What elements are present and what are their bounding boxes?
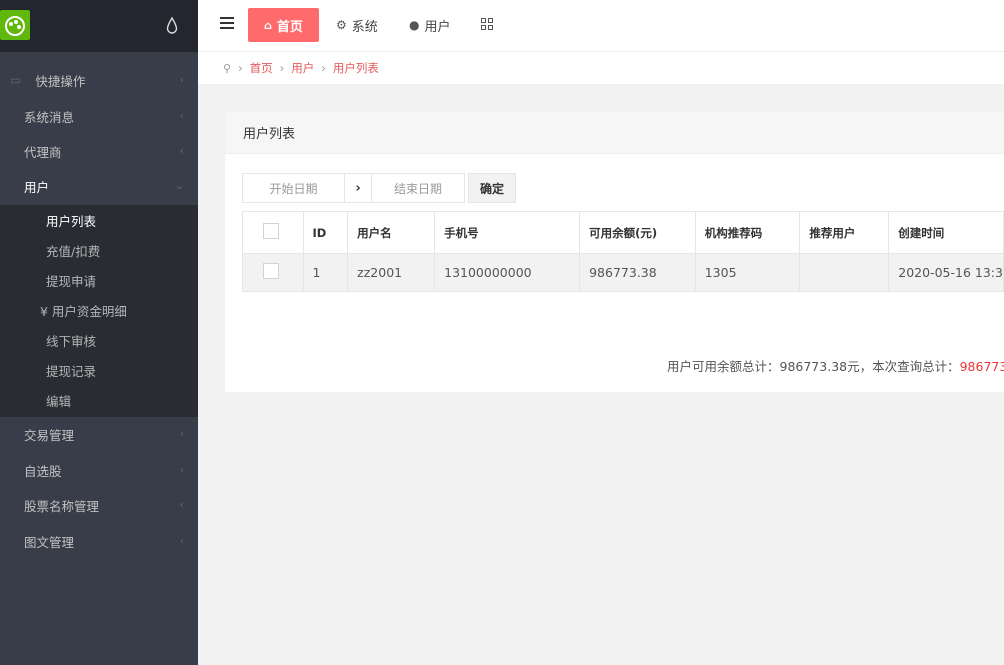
- table-cell: [799, 253, 890, 292]
- row-checkbox[interactable]: [263, 263, 279, 279]
- column-header[interactable]: 机构推荐码: [694, 211, 801, 254]
- user-list-panel: 用户列表 开始日期 › 结束日期 确定 ID 用户名 手机号 可用余额(元) 机…: [225, 112, 1004, 392]
- sidebar-item-system-messages[interactable]: 系统消息 ‹: [0, 99, 198, 133]
- apps-grid-icon[interactable]: [481, 18, 493, 30]
- folder-icon: ▭: [10, 73, 22, 87]
- chevron-left-icon: ‹: [179, 73, 184, 86]
- sidebar-item-label: 快捷操作: [35, 73, 86, 89]
- sidebar-item-content-management[interactable]: 图文管理 ‹: [0, 524, 198, 558]
- user-tab-label: 用户: [424, 19, 451, 35]
- sidebar-item-label: 系统消息: [24, 109, 75, 125]
- breadcrumb-home[interactable]: 首页: [250, 60, 273, 76]
- chevron-right-icon: ›: [344, 173, 372, 203]
- breadcrumb: ⚲ › 首页 › 用户 › 用户列表: [198, 52, 1004, 84]
- sidebar-item-users[interactable]: 用户 ⌄: [0, 169, 198, 203]
- column-header[interactable]: 可用余额(元): [579, 211, 696, 254]
- column-header[interactable]: 推荐用户: [799, 211, 890, 254]
- start-date-input[interactable]: 开始日期: [242, 173, 345, 203]
- sidebar-subitem-recharge[interactable]: 充值/扣费: [0, 235, 198, 265]
- breadcrumb-separator: ›: [238, 61, 243, 75]
- theme-drop-icon[interactable]: [166, 16, 178, 34]
- logo-bar: [0, 0, 198, 52]
- home-tab-label: 首页: [276, 19, 303, 35]
- table-cell: 2020-05-16 13:3: [888, 253, 1004, 292]
- sidebar-subitem-withdraw-request[interactable]: 提现申请: [0, 265, 198, 295]
- table-cell: 1: [302, 253, 349, 292]
- select-all-cell: [242, 211, 304, 254]
- table-cell: 986773.38: [579, 253, 696, 292]
- breadcrumb-user-list[interactable]: 用户列表: [333, 60, 379, 76]
- sidebar-item-label: 图文管理: [24, 534, 75, 550]
- breadcrumb-users[interactable]: 用户: [291, 60, 314, 76]
- user-tab-button[interactable]: ● 用户: [409, 8, 451, 42]
- confirm-button[interactable]: 确定: [468, 173, 516, 203]
- summary-total-value: 986773.3: [959, 359, 1004, 374]
- column-header[interactable]: 用户名: [347, 211, 436, 254]
- sidebar-item-trade-management[interactable]: 交易管理 ‹: [0, 417, 198, 451]
- column-header[interactable]: ID: [302, 211, 349, 254]
- end-date-input[interactable]: 结束日期: [371, 173, 465, 203]
- sidebar-item-label: 交易管理: [24, 427, 75, 443]
- menu-icon[interactable]: [220, 17, 234, 31]
- sidebar-item-label: 用户: [24, 179, 50, 195]
- sidebar-item-quick-actions[interactable]: ▭ 快捷操作 ‹: [0, 63, 198, 97]
- sidebar-item-stock-names[interactable]: 股票名称管理 ‹: [0, 488, 198, 522]
- gear-icon: ⚙: [336, 18, 347, 32]
- select-all-checkbox[interactable]: [263, 223, 279, 239]
- sidebar-subitem-withdraw-records[interactable]: 提现记录: [0, 355, 198, 385]
- logo[interactable]: [0, 10, 30, 40]
- row-select-cell: [242, 253, 304, 292]
- column-header[interactable]: 手机号: [434, 211, 581, 254]
- system-tab-button[interactable]: ⚙ 系统: [336, 8, 378, 42]
- user-icon: ●: [409, 18, 420, 32]
- summary-text: 用户可用余额总计：986773.38元，本次查询总计：: [667, 359, 960, 374]
- chevron-left-icon: ‹: [179, 534, 184, 547]
- sidebar-item-label: 自选股: [24, 463, 62, 479]
- chevron-left-icon: ‹: [179, 427, 184, 440]
- sidebar: ▭ 快捷操作 ‹ 系统消息 ‹ 代理商 ‹ 用户 ⌄ 用户列表 充值/扣费 提现…: [0, 0, 198, 665]
- sidebar-item-label: 股票名称管理: [24, 498, 100, 514]
- chevron-left-icon: ‹: [179, 109, 184, 122]
- panel-title: 用户列表: [225, 112, 1004, 154]
- chevron-left-icon: ‹: [179, 144, 184, 157]
- table-cell: 1305: [694, 253, 801, 292]
- top-bar: ⌂ 首页 ⚙ 系统 ● 用户: [198, 0, 1004, 52]
- chevron-down-icon: ⌄: [174, 179, 184, 192]
- balance-summary: 用户可用余额总计：986773.38元，本次查询总计：986773.3: [667, 356, 1004, 375]
- sidebar-subitem-fund-details[interactable]: ¥ 用户资金明细: [0, 295, 198, 325]
- breadcrumb-separator: ›: [321, 61, 326, 75]
- sidebar-subitem-edit[interactable]: 编辑: [0, 385, 198, 415]
- sidebar-item-agents[interactable]: 代理商 ‹: [0, 134, 198, 168]
- chevron-left-icon: ‹: [179, 498, 184, 511]
- column-header[interactable]: 创建时间: [888, 211, 1004, 254]
- table-cell: 13100000000: [434, 253, 581, 292]
- sidebar-subitem-offline-review[interactable]: 线下审核: [0, 325, 198, 355]
- sidebar-subitem-user-list[interactable]: 用户列表: [0, 205, 198, 235]
- system-tab-label: 系统: [351, 19, 378, 35]
- table-row[interactable]: 1 zz2001 13100000000 986773.38 1305 2020…: [242, 253, 1004, 292]
- sidebar-item-watchlist[interactable]: 自选股 ‹: [0, 453, 198, 487]
- chevron-left-icon: ‹: [179, 463, 184, 476]
- location-icon: ⚲: [223, 61, 232, 75]
- breadcrumb-separator: ›: [279, 61, 285, 75]
- sidebar-item-label: 代理商: [24, 144, 62, 160]
- home-icon: ⌂: [264, 18, 272, 32]
- user-table: ID 用户名 手机号 可用余额(元) 机构推荐码 推荐用户 创建时间 1 zz2…: [242, 211, 1004, 292]
- table-header-row: ID 用户名 手机号 可用余额(元) 机构推荐码 推荐用户 创建时间: [242, 211, 1004, 254]
- table-cell: zz2001: [347, 253, 436, 292]
- home-tab-button[interactable]: ⌂ 首页: [248, 8, 319, 42]
